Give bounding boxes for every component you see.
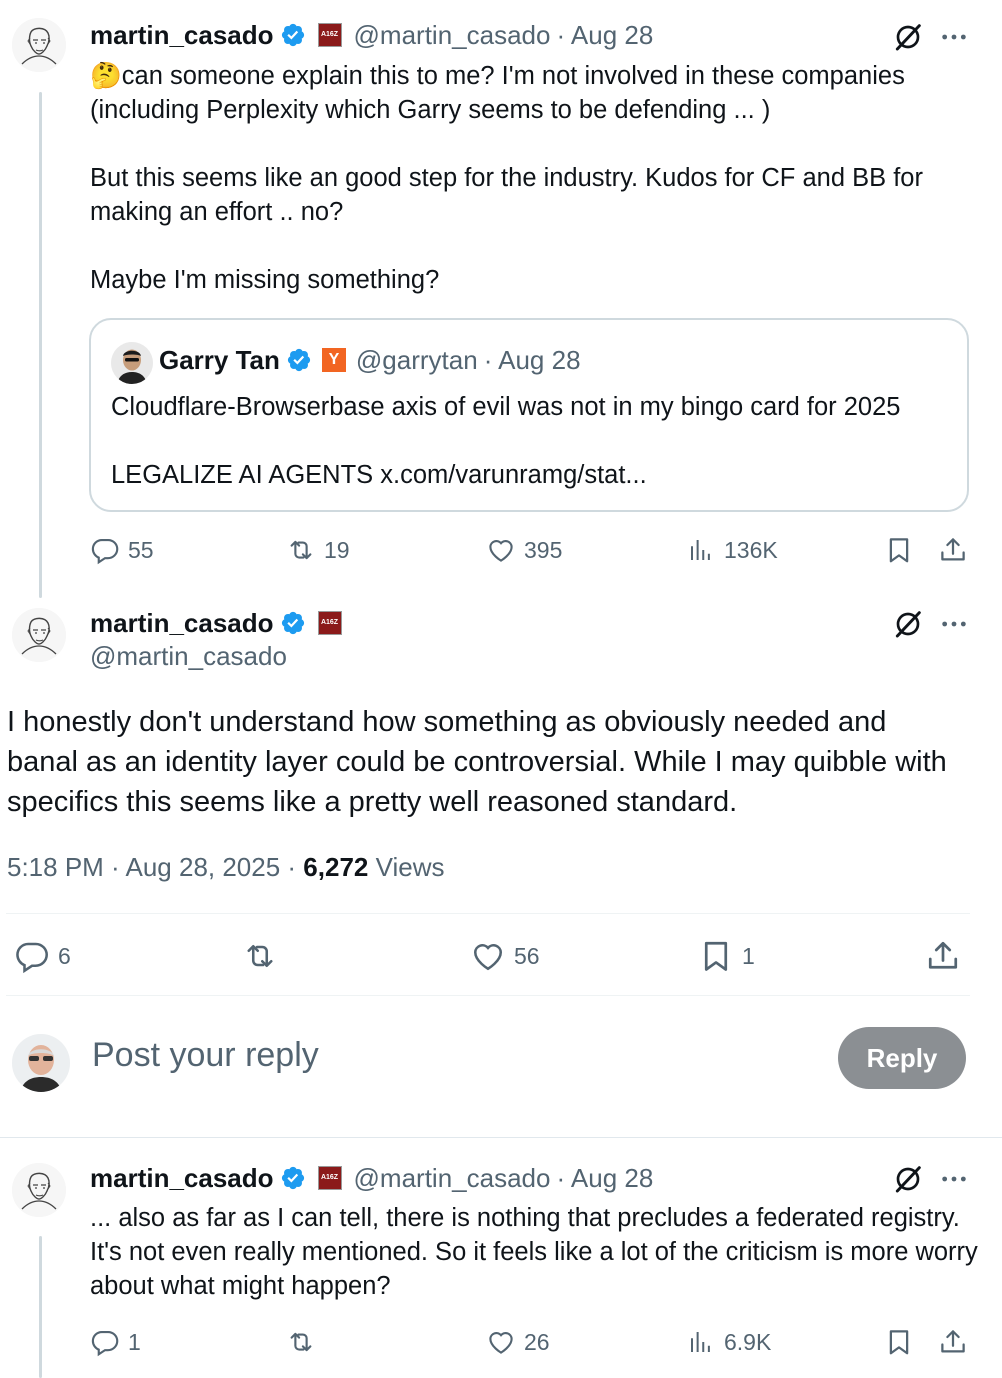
quoted-author-name: Garry Tan <box>159 344 280 375</box>
repost-icon <box>286 1327 316 1357</box>
reply-input[interactable]: Post your reply <box>92 1036 319 1075</box>
views-count: 6,272 <box>303 852 369 882</box>
post-meta: 5:18 PM · Aug 28, 2025 · 6,272 Views <box>7 852 444 883</box>
main-post-header: martin_casado A16Z <box>90 605 354 641</box>
heart-icon <box>470 938 506 974</box>
divider <box>0 1137 1002 1138</box>
bookmark-icon <box>884 1327 914 1357</box>
verified-badge-icon <box>280 610 306 636</box>
thinking-emoji-icon: 🤔 <box>90 62 122 90</box>
bookmark-icon <box>698 938 734 974</box>
more-icon[interactable] <box>938 21 970 53</box>
author-name[interactable]: martin_casado <box>90 1163 274 1194</box>
bookmark-action[interactable]: 1 <box>698 938 755 974</box>
post-header: martin_casado A16Z @martin_casado · Aug … <box>90 1160 653 1196</box>
repost-action[interactable] <box>286 1324 316 1360</box>
divider <box>6 995 970 996</box>
reply-action[interactable]: 55 <box>90 532 154 568</box>
avatar[interactable] <box>12 608 66 662</box>
author-name[interactable]: martin_casado <box>90 20 274 51</box>
repost-icon <box>242 938 278 974</box>
share-action[interactable] <box>938 1324 968 1360</box>
bookmark-action[interactable] <box>884 532 914 568</box>
share-action[interactable] <box>938 532 968 568</box>
avatar[interactable] <box>12 1163 66 1217</box>
views-action[interactable]: 136K <box>686 532 778 568</box>
ycombinator-badge: Y <box>321 348 346 372</box>
org-affiliation-badge[interactable]: A16Z <box>317 611 342 635</box>
post-date[interactable]: · Aug 28 <box>556 1163 653 1194</box>
share-icon <box>938 535 968 565</box>
verified-badge-icon <box>286 347 312 373</box>
grok-icon[interactable] <box>892 1163 924 1195</box>
repost-action[interactable]: 19 <box>286 532 350 568</box>
author-handle[interactable]: @martin_casado <box>90 641 287 672</box>
verified-badge-icon <box>280 1165 306 1191</box>
main-post-text: I honestly don't understand how somethin… <box>7 706 955 818</box>
reply-icon <box>14 938 50 974</box>
post-date[interactable]: · Aug 28 <box>556 20 653 51</box>
like-action[interactable]: 56 <box>470 938 540 974</box>
views-icon <box>686 535 716 565</box>
quoted-header: Garry Tan Y @garrytan · Aug 28 <box>159 342 581 378</box>
quoted-author-handle: @garrytan <box>355 344 478 375</box>
author-name[interactable]: martin_casado <box>90 608 274 639</box>
reply-icon <box>90 535 120 565</box>
reply-action[interactable]: 6 <box>14 938 71 974</box>
share-icon <box>925 938 961 974</box>
share-action[interactable] <box>925 938 961 974</box>
reply-button[interactable]: Reply <box>838 1027 966 1089</box>
bookmark-action[interactable] <box>884 1324 914 1360</box>
more-icon[interactable] <box>938 1163 970 1195</box>
quoted-date: · Aug 28 <box>483 344 581 375</box>
repost-action[interactable] <box>242 938 278 974</box>
reply-icon <box>90 1327 120 1357</box>
reply-action[interactable]: 1 <box>90 1324 141 1360</box>
verified-badge-icon <box>280 22 306 48</box>
like-action[interactable]: 395 <box>486 532 562 568</box>
bookmark-icon <box>884 535 914 565</box>
grok-icon[interactable] <box>892 21 924 53</box>
post-text: ... also as far as I can tell, there is … <box>90 1204 985 1300</box>
heart-icon <box>486 1327 516 1357</box>
views-label: Views <box>368 852 445 882</box>
org-affiliation-badge[interactable]: A16Z <box>317 1166 342 1190</box>
divider <box>6 913 970 914</box>
thread-line <box>39 92 42 598</box>
quoted-avatar <box>111 342 153 384</box>
grok-icon[interactable] <box>892 608 924 640</box>
author-handle[interactable]: @martin_casado <box>354 20 551 51</box>
views-action[interactable]: 6.9K <box>686 1324 771 1360</box>
current-user-avatar <box>12 1034 70 1092</box>
quoted-text: Cloudflare-Browserbase axis of evil was … <box>111 393 901 489</box>
repost-icon <box>286 535 316 565</box>
post-timestamp[interactable]: 5:18 PM · Aug 28, 2025 · <box>7 852 303 882</box>
post-header: martin_casado A16Z @martin_casado · Aug … <box>90 17 653 53</box>
post-text: 🤔can someone explain this to me? I'm not… <box>90 62 923 294</box>
more-icon[interactable] <box>938 608 970 640</box>
share-icon <box>938 1327 968 1357</box>
avatar[interactable] <box>12 18 66 72</box>
like-action[interactable]: 26 <box>486 1324 550 1360</box>
org-affiliation-badge[interactable]: A16Z <box>317 23 342 47</box>
heart-icon <box>486 535 516 565</box>
thread-line <box>39 1236 42 1378</box>
views-icon <box>686 1327 716 1357</box>
author-handle[interactable]: @martin_casado <box>354 1163 551 1194</box>
quoted-post[interactable]: Garry Tan Y @garrytan · Aug 28 Cloudflar… <box>89 318 969 512</box>
